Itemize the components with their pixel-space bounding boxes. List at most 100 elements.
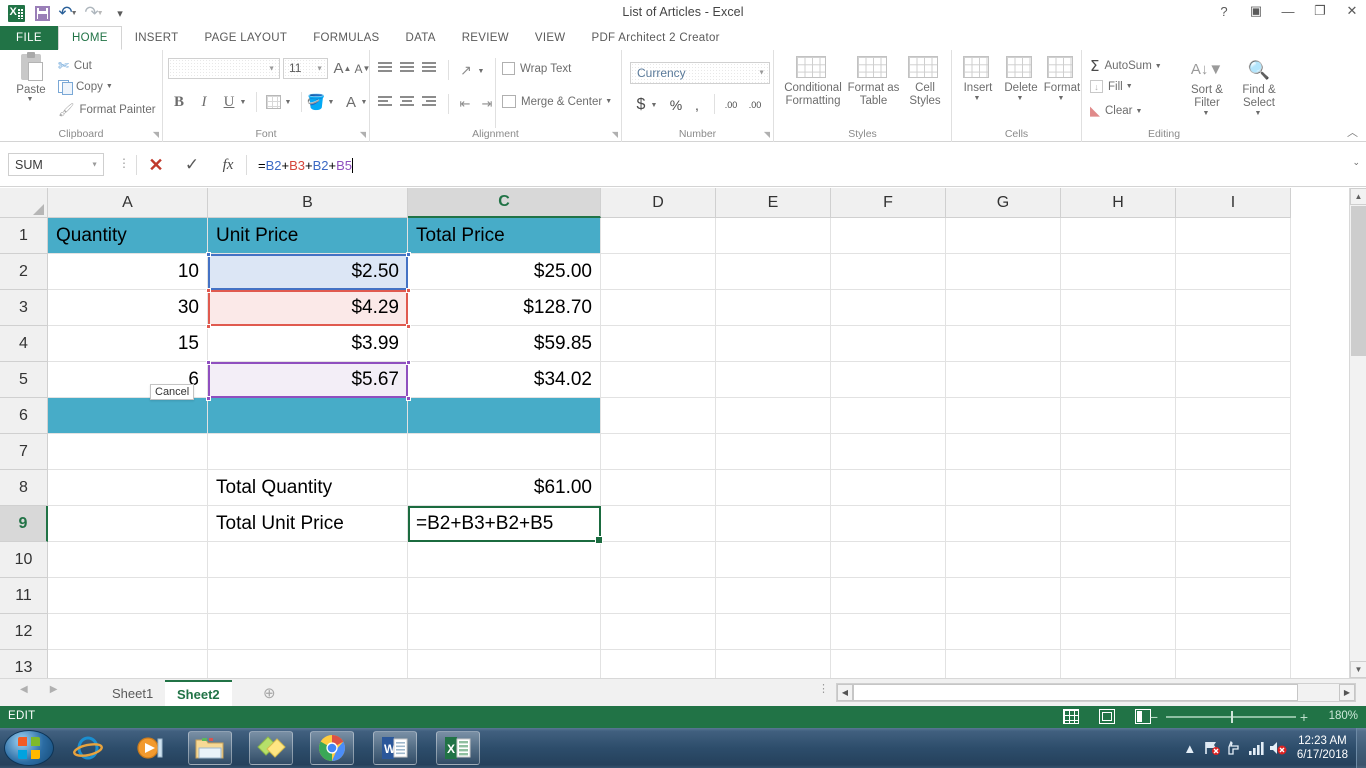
chevron-down-icon[interactable]: ▼ <box>1155 63 1162 70</box>
cell-F1[interactable] <box>831 218 946 254</box>
cell-C6[interactable] <box>408 398 601 434</box>
align-top-button[interactable] <box>378 62 394 76</box>
cell-I11[interactable] <box>1176 578 1291 614</box>
row-header-7[interactable]: 7 <box>0 434 48 470</box>
cell-A13[interactable] <box>48 650 208 678</box>
row-header-8[interactable]: 8 <box>0 470 48 506</box>
microsoft-word-icon[interactable]: W <box>373 731 417 765</box>
cell-I3[interactable] <box>1176 290 1291 326</box>
cell-G11[interactable] <box>946 578 1061 614</box>
vertical-scrollbar[interactable]: ▲ ▼ <box>1349 188 1366 678</box>
cell-I1[interactable] <box>1176 218 1291 254</box>
sticky-notes-icon[interactable] <box>249 731 293 765</box>
cell-D1[interactable] <box>601 218 716 254</box>
cell-E4[interactable] <box>716 326 831 362</box>
cut-button[interactable]: ✄ Cut <box>58 58 92 74</box>
zoom-in-button[interactable]: + <box>1300 709 1308 725</box>
volume-muted-icon[interactable] <box>1267 736 1289 760</box>
chevron-down-icon[interactable]: ▼ <box>605 98 612 105</box>
chevron-down-icon[interactable]: ▼ <box>268 65 275 72</box>
previous-sheet-button[interactable]: ◀ <box>20 684 28 695</box>
cell-F8[interactable] <box>831 470 946 506</box>
sheet-tab-sheet1[interactable]: Sheet1 <box>100 680 165 706</box>
horizontal-scrollbar[interactable]: ◀ ▶ <box>836 683 1356 702</box>
cell-E2[interactable] <box>716 254 831 290</box>
cell-E13[interactable] <box>716 650 831 678</box>
wrap-text-button[interactable]: Wrap Text <box>502 62 571 75</box>
cell-E11[interactable] <box>716 578 831 614</box>
cell-A12[interactable] <box>48 614 208 650</box>
autosum-button[interactable]: Σ AutoSum ▼ <box>1090 57 1162 75</box>
insert-function-button[interactable]: fx <box>214 154 242 176</box>
tab-insert[interactable]: INSERT <box>122 26 192 50</box>
cell-A2[interactable]: 10 <box>48 254 208 290</box>
cell-D6[interactable] <box>601 398 716 434</box>
borders-button[interactable] <box>263 93 283 111</box>
scroll-up-button[interactable]: ▲ <box>1350 188 1366 205</box>
chevron-down-icon[interactable]: ▼ <box>358 96 370 108</box>
tab-file[interactable]: FILE <box>0 26 58 50</box>
chevron-down-icon[interactable]: ▼ <box>998 95 1042 102</box>
font-dialog-launcher[interactable]: ◥ <box>360 130 366 139</box>
zoom-out-button[interactable]: − <box>1150 709 1158 725</box>
cell-E8[interactable] <box>716 470 831 506</box>
clear-button[interactable]: ◣ Clear ▼ <box>1090 103 1142 119</box>
chevron-down-icon[interactable]: ▼ <box>758 70 765 77</box>
cell-F4[interactable] <box>831 326 946 362</box>
cell-C13[interactable] <box>408 650 601 678</box>
chevron-down-icon[interactable]: ▼ <box>1126 83 1133 90</box>
align-bottom-button[interactable] <box>422 62 438 76</box>
cell-E10[interactable] <box>716 542 831 578</box>
microsoft-excel-icon[interactable]: X <box>436 731 480 765</box>
cell-A6[interactable] <box>48 398 208 434</box>
align-center-button[interactable] <box>400 96 416 110</box>
cell-C1[interactable]: Total Price <box>408 218 601 254</box>
restore-button[interactable]: ❐ <box>1312 3 1328 19</box>
cell-H11[interactable] <box>1061 578 1176 614</box>
cell-G2[interactable] <box>946 254 1061 290</box>
vertical-scroll-thumb[interactable] <box>1351 206 1366 356</box>
conditional-formatting-button[interactable]: Conditional Formatting <box>782 56 844 108</box>
cell-G13[interactable] <box>946 650 1061 678</box>
row-header-4[interactable]: 4 <box>0 326 48 362</box>
cell-A1[interactable]: Quantity <box>48 218 208 254</box>
column-header-e[interactable]: E <box>716 188 831 218</box>
cell-I2[interactable] <box>1176 254 1291 290</box>
row-header-2[interactable]: 2 <box>0 254 48 290</box>
cell-G9[interactable] <box>946 506 1061 542</box>
delete-cells-button[interactable]: Delete ▼ <box>1000 56 1042 102</box>
chevron-down-icon[interactable]: ▼ <box>106 83 113 90</box>
cell-G5[interactable] <box>946 362 1061 398</box>
cell-B6[interactable] <box>208 398 408 434</box>
tab-pdf-architect[interactable]: PDF Architect 2 Creator <box>578 26 732 50</box>
cell-C4[interactable]: $59.85 <box>408 326 601 362</box>
cell-H4[interactable] <box>1061 326 1176 362</box>
cell-G12[interactable] <box>946 614 1061 650</box>
increase-indent-button[interactable]: ⇥ <box>476 94 498 114</box>
cell-E5[interactable] <box>716 362 831 398</box>
spreadsheet-grid[interactable]: ABCDEFGHI 12345678910111213 QuantityUnit… <box>0 188 1366 678</box>
cell-F2[interactable] <box>831 254 946 290</box>
cell-F10[interactable] <box>831 542 946 578</box>
row-header-5[interactable]: 5 <box>0 362 48 398</box>
decrease-indent-button[interactable]: ⇤ <box>454 94 476 114</box>
cell-A9[interactable] <box>48 506 208 542</box>
cell-C12[interactable] <box>408 614 601 650</box>
cell-F13[interactable] <box>831 650 946 678</box>
fill-color-button[interactable]: 🪣 <box>306 91 326 113</box>
cell-D12[interactable] <box>601 614 716 650</box>
cell-B7[interactable] <box>208 434 408 470</box>
increase-decimal-button[interactable]: .00 <box>720 94 742 116</box>
cell-F5[interactable] <box>831 362 946 398</box>
align-left-button[interactable] <box>378 96 394 110</box>
percent-format-button[interactable]: % <box>666 94 686 116</box>
increase-font-size-button[interactable]: A▲ <box>333 58 352 79</box>
cell-B5[interactable]: $5.67 <box>208 362 408 398</box>
cell-F3[interactable] <box>831 290 946 326</box>
show-desktop-button[interactable] <box>1356 728 1366 768</box>
show-hidden-icons-button[interactable]: ▲ <box>1179 736 1201 760</box>
cell-D2[interactable] <box>601 254 716 290</box>
cell-F7[interactable] <box>831 434 946 470</box>
chevron-down-icon[interactable]: ▼ <box>1040 95 1082 102</box>
cell-G6[interactable] <box>946 398 1061 434</box>
